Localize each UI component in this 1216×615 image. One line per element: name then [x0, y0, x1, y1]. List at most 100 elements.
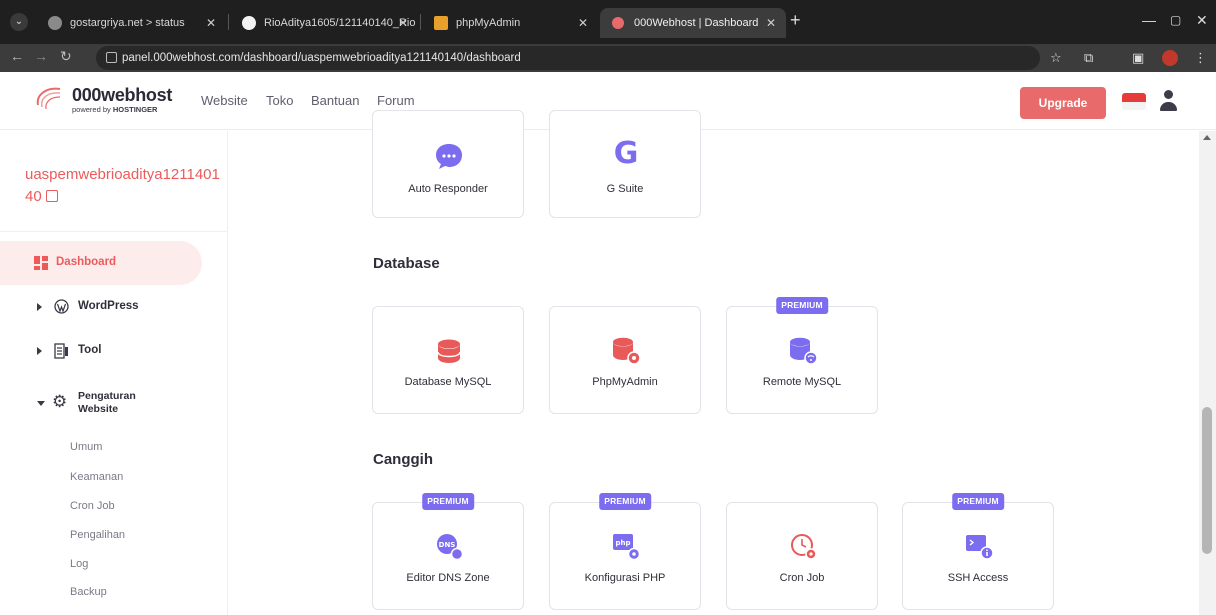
- sidebar-subitem-umum[interactable]: Umum: [70, 441, 102, 453]
- url-input[interactable]: panel.000webhost.com/dashboard/uaspemweb…: [96, 46, 1040, 70]
- language-flag-icon[interactable]: [1122, 93, 1146, 110]
- globe-icon: [48, 16, 62, 30]
- caret-right-icon: [37, 303, 42, 311]
- side-panel-icon[interactable]: ▣: [1132, 50, 1144, 66]
- browser-menu-icon[interactable]: ⋮: [1194, 50, 1207, 66]
- nav-website[interactable]: Website: [201, 93, 248, 108]
- card-phpmyadmin[interactable]: PhpMyAdmin: [549, 306, 701, 414]
- tab-search-icon[interactable]: ⌄: [10, 13, 28, 31]
- nav-forum[interactable]: Forum: [377, 93, 415, 108]
- sidebar-item-wordpress[interactable]: WordPress: [0, 285, 202, 329]
- close-icon[interactable]: ✕: [766, 8, 776, 38]
- card-cron-job[interactable]: Cron Job: [726, 502, 878, 610]
- chat-bubble-icon: [436, 144, 462, 169]
- logo-subtitle: powered by HOSTINGER: [72, 105, 158, 114]
- address-bar: ← → ↻ panel.000webhost.com/dashboard/uas…: [0, 44, 1216, 72]
- svg-text:DNS: DNS: [439, 541, 456, 549]
- caret-right-icon: [37, 347, 42, 355]
- new-tab-icon[interactable]: +: [790, 10, 801, 31]
- back-icon[interactable]: ←: [10, 48, 24, 64]
- 000webhost-logo-icon[interactable]: [34, 83, 64, 113]
- scroll-up-arrow-icon[interactable]: [1203, 135, 1211, 140]
- card-editor-dns-zone[interactable]: PREMIUM DNS Editor DNS Zone: [372, 493, 524, 610]
- restore-icon[interactable]: ▢: [1170, 13, 1181, 27]
- svg-text:php: php: [615, 539, 630, 547]
- g-suite-icon: G: [613, 136, 639, 171]
- premium-badge: PREMIUM: [599, 493, 651, 510]
- sidebar-item-label: Pengaturan Website: [78, 390, 136, 415]
- extensions-icon[interactable]: ⧉: [1084, 50, 1093, 66]
- profile-avatar[interactable]: [1162, 50, 1178, 66]
- database-wifi-icon: [790, 337, 818, 365]
- browser-tab-gostargriya[interactable]: gostargriya.net > status ✕: [36, 8, 226, 38]
- close-icon[interactable]: ✕: [206, 8, 216, 38]
- browser-tab-github[interactable]: RioAditya1605/121140140_Rio ✕: [230, 8, 418, 38]
- phpmyadmin-icon: [434, 16, 448, 30]
- close-icon[interactable]: ✕: [398, 8, 408, 38]
- card-g-suite[interactable]: G G Suite: [549, 110, 701, 218]
- nav-toko[interactable]: Toko: [266, 93, 293, 108]
- tab-separator: [228, 14, 229, 30]
- gear-icon: ⚙: [52, 392, 68, 411]
- sidebar-divider: [0, 231, 228, 232]
- card-label: Database MySQL: [404, 376, 492, 388]
- card-label: Cron Job: [779, 572, 825, 584]
- dashboard-icon: [34, 256, 48, 270]
- sidebar-item-dashboard[interactable]: Dashboard: [0, 241, 202, 285]
- sidebar-item-tool[interactable]: Tool: [0, 329, 202, 373]
- card-label: Auto Responder: [408, 183, 488, 195]
- card-label: SSH Access: [947, 572, 1009, 584]
- card-database-mysql[interactable]: Database MySQL: [372, 306, 524, 414]
- card-remote-mysql[interactable]: PREMIUM Remote MySQL: [726, 297, 878, 414]
- php-config-icon: php: [613, 534, 641, 561]
- card-label: G Suite: [606, 183, 644, 195]
- premium-badge: PREMIUM: [422, 493, 474, 510]
- forward-icon[interactable]: →: [34, 48, 48, 64]
- sidebar-subitem-cron-job[interactable]: Cron Job: [70, 500, 115, 512]
- minimize-icon[interactable]: —: [1142, 12, 1156, 28]
- card-ssh-access[interactable]: PREMIUM SSH Access: [902, 493, 1054, 610]
- tab-title: RioAditya1605/121140140_Rio: [264, 17, 416, 29]
- sidebar-subitem-pengalihan[interactable]: Pengalihan: [70, 529, 125, 541]
- terminal-info-icon: [966, 535, 994, 560]
- tool-icon: [54, 343, 68, 359]
- sidebar-item-pengaturan-website[interactable]: ⚙ Pengaturan Website: [0, 381, 202, 431]
- section-title-canggih: Canggih: [373, 451, 433, 468]
- 000webhost-icon: [612, 17, 624, 29]
- section-title-database: Database: [373, 255, 440, 272]
- sidebar-subitem-backup[interactable]: Backup: [70, 586, 107, 598]
- close-icon[interactable]: ✕: [578, 8, 588, 38]
- sidebar-subitem-log[interactable]: Log: [70, 558, 88, 570]
- browser-tab-000webhost[interactable]: 000Webhost | Dashboard ✕: [600, 8, 786, 38]
- user-account-icon[interactable]: [1158, 90, 1178, 112]
- card-label: PhpMyAdmin: [592, 376, 658, 388]
- site-name-link[interactable]: uaspemwebrioaditya121140140: [25, 164, 225, 208]
- caret-down-icon: [37, 401, 45, 406]
- sidebar: uaspemwebrioaditya121140140 Dashboard Wo…: [0, 131, 228, 615]
- database-gear-icon: [613, 337, 641, 365]
- card-label: Konfigurasi PHP: [584, 572, 666, 584]
- logo-title[interactable]: 000webhost: [72, 85, 172, 106]
- tab-title: 000Webhost | Dashboard: [634, 17, 759, 29]
- sidebar-item-label: Tool: [78, 344, 102, 356]
- card-konfigurasi-php[interactable]: PREMIUM php Konfigurasi PHP: [549, 493, 701, 610]
- reload-icon[interactable]: ↻: [60, 48, 72, 65]
- card-auto-responder[interactable]: Auto Responder: [372, 110, 524, 218]
- external-link-icon: [45, 190, 58, 202]
- window-close-icon[interactable]: ✕: [1196, 12, 1208, 29]
- tab-title: phpMyAdmin: [456, 17, 521, 29]
- sidebar-item-label: Dashboard: [56, 256, 117, 268]
- card-label: Editor DNS Zone: [406, 572, 490, 584]
- browser-tab-phpmyadmin[interactable]: phpMyAdmin ✕: [422, 8, 598, 38]
- scrollbar-thumb[interactable]: [1202, 407, 1212, 554]
- site-info-icon[interactable]: [106, 52, 117, 63]
- upgrade-button[interactable]: Upgrade: [1020, 87, 1106, 119]
- clock-gear-icon: [791, 534, 817, 560]
- bookmark-star-icon[interactable]: ☆: [1050, 50, 1062, 66]
- nav-bantuan[interactable]: Bantuan: [311, 93, 359, 108]
- tab-title: gostargriya.net > status: [70, 17, 185, 29]
- wordpress-icon: [54, 299, 69, 314]
- sidebar-subitem-keamanan[interactable]: Keamanan: [70, 471, 123, 483]
- premium-badge: PREMIUM: [776, 297, 828, 314]
- dns-icon: DNS: [437, 534, 464, 561]
